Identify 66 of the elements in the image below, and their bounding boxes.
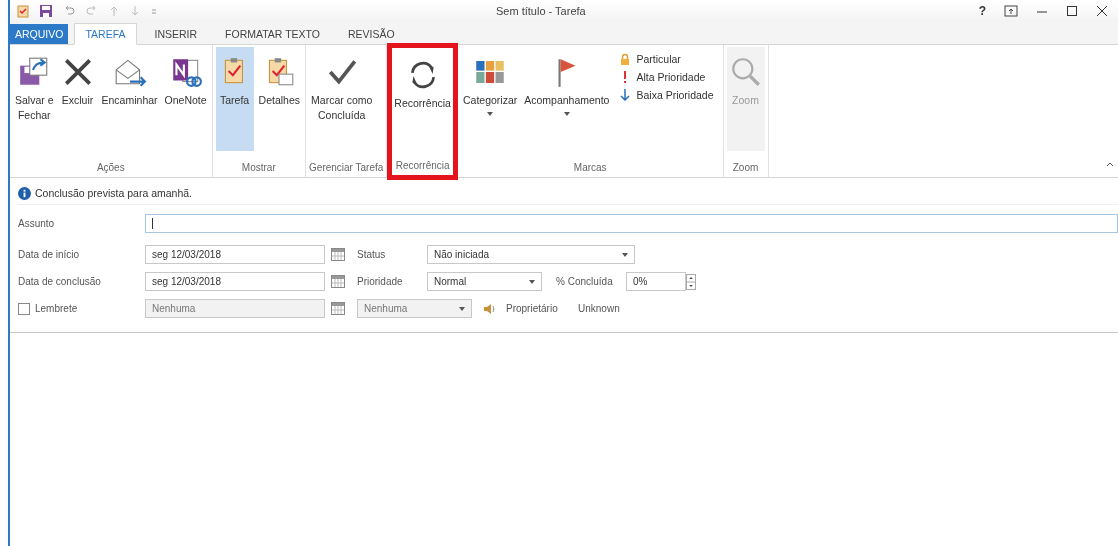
ribbon-button[interactable]: Marcar como Concluída <box>309 47 375 151</box>
percent-field[interactable]: 0% <box>626 272 686 291</box>
lock-icon <box>620 53 631 65</box>
caret-icon <box>563 112 570 116</box>
ribbon-tab[interactable]: TAREFA <box>74 23 137 45</box>
date-field[interactable]: seg 12/03/2018 <box>145 245 325 264</box>
ribbon-button[interactable]: Salvar e Fechar <box>13 47 56 151</box>
collapse-icon[interactable] <box>1106 161 1114 167</box>
info-message: Conclusão prevista para amanhã. <box>35 187 192 199</box>
close-icon[interactable] <box>1096 5 1108 17</box>
ribbon-display-icon[interactable] <box>1004 5 1018 17</box>
ribbon-tab[interactable]: REVISÃO <box>338 24 405 44</box>
ribbon-tab[interactable]: FORMATAR TEXTO <box>215 24 330 44</box>
field-label: Data de conclusão <box>18 276 102 287</box>
field-label: Assunto <box>18 217 56 229</box>
categories-icon <box>476 61 505 83</box>
ribbon-button[interactable]: Excluir <box>58 47 97 151</box>
up-arrow-icon[interactable] <box>108 4 120 18</box>
field-label: % Concluída <box>556 276 614 287</box>
field-label: Status <box>357 249 387 260</box>
subject-field[interactable] <box>145 213 1118 233</box>
date-field[interactable]: seg 12/03/2018 <box>145 272 325 291</box>
file-tab[interactable]: ARQUIVO <box>10 24 69 44</box>
spinner-icon[interactable] <box>686 273 696 290</box>
owner-value: Unknown <box>578 303 620 314</box>
caret-icon <box>622 252 628 257</box>
window-title: Sem título - Tarefa <box>496 5 587 17</box>
caret-icon <box>529 279 535 284</box>
ribbon-button[interactable]: Alta Prioridade <box>620 71 714 83</box>
group-label: Ações <box>95 161 126 175</box>
field-label: Data de início <box>18 249 81 260</box>
group-label: Marcas <box>572 161 608 175</box>
save-icon[interactable] <box>39 4 53 18</box>
help-button[interactable]: ? <box>978 4 986 18</box>
maximize-icon[interactable] <box>1066 5 1078 17</box>
ribbon-button[interactable]: Baixa Prioridade <box>620 89 714 101</box>
calendar-icon[interactable] <box>331 302 345 315</box>
down-arrow-icon[interactable] <box>129 4 141 18</box>
status-dropdown[interactable]: Não iniciada <box>427 245 635 264</box>
group-label: Recorrência <box>394 159 451 173</box>
calendar-icon[interactable] <box>331 248 345 261</box>
field-label: Prioridade <box>357 276 404 287</box>
info-icon <box>18 186 31 200</box>
time-dropdown[interactable]: Nenhuma <box>357 299 472 318</box>
group-label: Mostrar <box>240 161 277 175</box>
group-label: Zoom <box>731 161 760 175</box>
priority-dropdown[interactable]: Normal <box>427 272 542 291</box>
field-label: Proprietário <box>506 303 559 314</box>
ribbon-button[interactable]: Recorrência <box>392 50 453 154</box>
ribbon-button[interactable]: OneNote <box>162 47 209 151</box>
ribbon-tab[interactable]: INSERIR <box>144 24 208 44</box>
calendar-icon[interactable] <box>331 275 345 288</box>
ribbon-button[interactable]: Particular <box>620 53 714 65</box>
ribbon-button[interactable]: Tarefa <box>215 47 254 151</box>
caret-icon <box>487 112 494 116</box>
reminder-checkbox[interactable]: Lembrete <box>18 302 145 315</box>
group-label: Gerenciar Tarefa <box>309 161 384 175</box>
ribbon-button[interactable]: Acompanhamento <box>522 47 612 151</box>
caret-icon <box>459 306 465 311</box>
speaker-icon[interactable] <box>482 301 496 316</box>
date-field[interactable]: Nenhuma <box>145 299 325 318</box>
down-arrow-icon <box>620 89 631 101</box>
ribbon-button[interactable]: Encaminhar <box>99 47 160 151</box>
ribbon-button[interactable]: Categorizar <box>460 47 520 151</box>
task-icon[interactable] <box>16 4 30 18</box>
ribbon-button[interactable]: Detalhes <box>256 47 303 151</box>
